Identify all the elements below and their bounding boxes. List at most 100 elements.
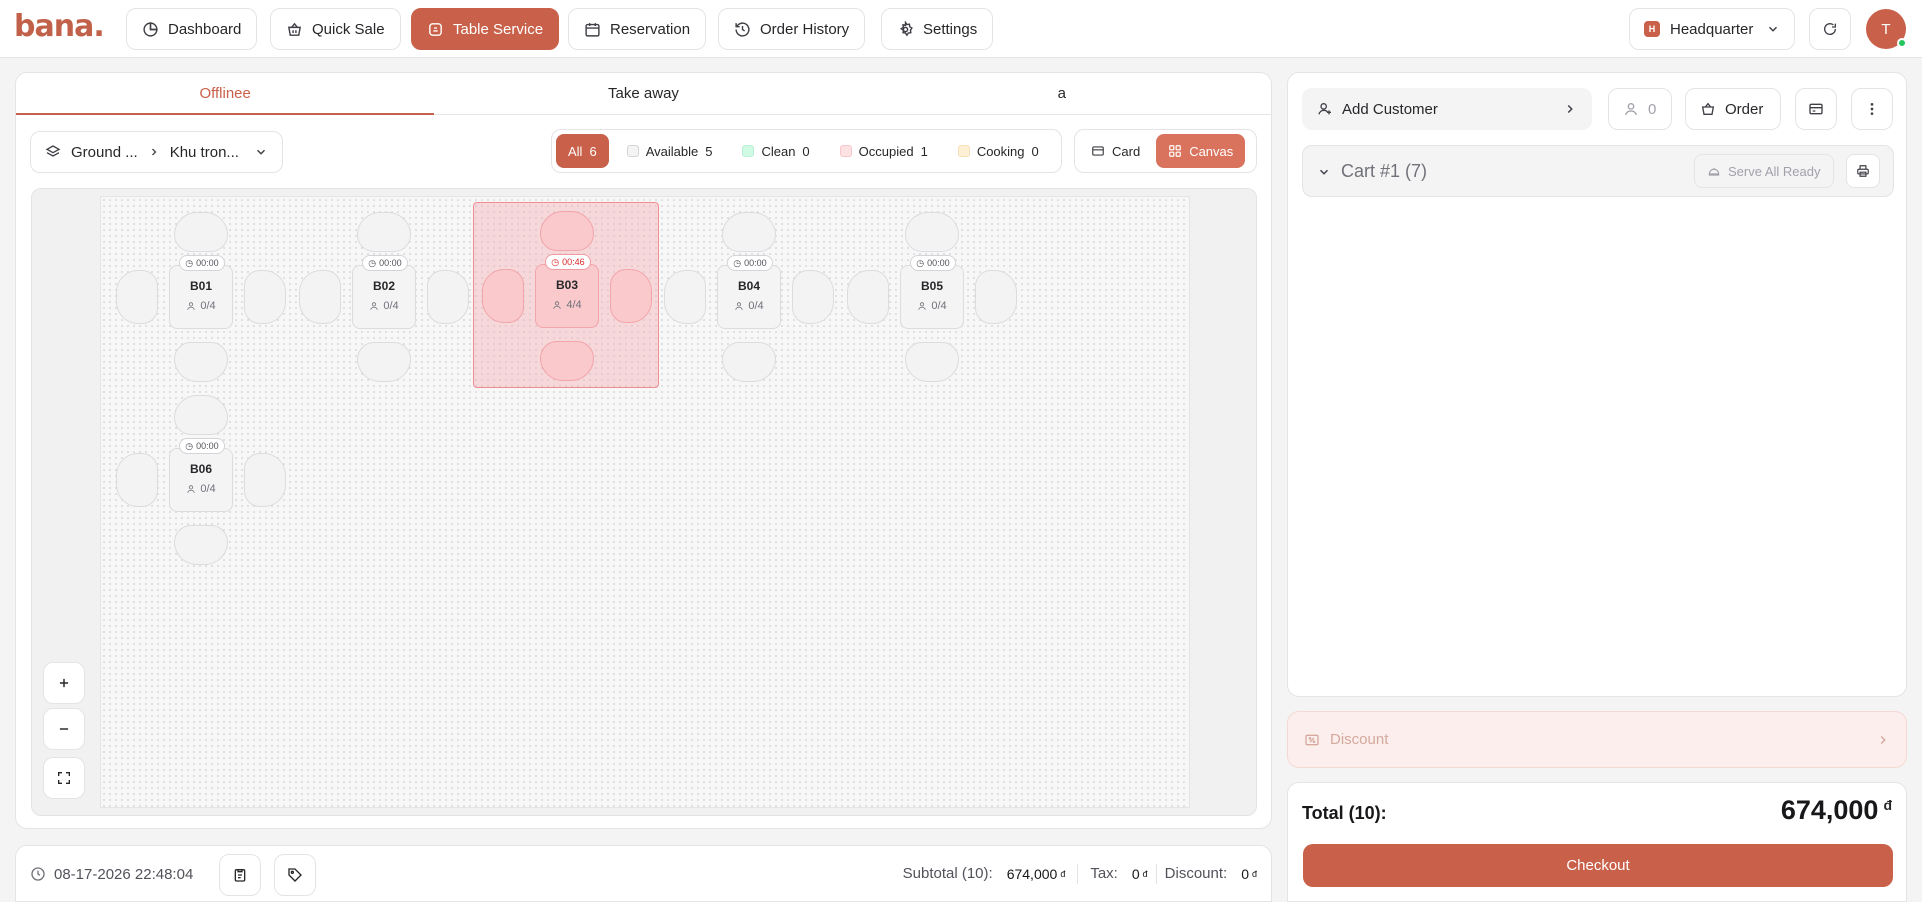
nav-dashboard-button[interactable]: Dashboard [126,8,258,50]
tab-a[interactable]: a [853,73,1271,114]
more-options-button[interactable] [1851,88,1893,130]
subtotal-value: 674,000 [1006,865,1058,882]
location-badge: H [1644,21,1660,37]
cart-header[interactable]: Cart #1 (7) Serve All Ready [1302,145,1894,197]
view-card-label: Card [1112,143,1141,159]
table-b06[interactable]: ◷ 00:00 B06 0/4 [108,387,294,573]
payment-card-button[interactable] [1795,88,1837,130]
discount-button[interactable]: Discount [1287,711,1907,768]
discount-value: 0 [1241,865,1249,882]
card-icon [1092,146,1104,156]
chevron-right-icon [151,148,157,156]
clock-icon: ◷ [733,257,742,268]
nav-reservation-button[interactable]: Reservation [568,8,707,50]
table-seats: 0/4 [900,300,964,312]
table-service-panel: Offlinee Take away a Ground ... Khu tron… [15,72,1272,829]
clock-icon: ◷ [185,257,194,268]
add-customer-button[interactable]: Add Customer [1302,88,1592,130]
tag-button[interactable] [274,854,316,896]
discount-label: Discount: [1164,865,1228,882]
view-card-button[interactable]: Card [1079,134,1152,168]
top-bar: bana. Dashboard Quick Sale Table Service… [0,0,1922,58]
chair [975,270,1017,324]
person-icon [918,302,927,310]
chevron-right-icon [1880,735,1886,744]
status-filter-group: All 6 Available 5 Clean 0 Occupied 1 Coo… [551,129,1062,173]
grid-icon [1169,145,1182,157]
fit-screen-button[interactable] [43,757,85,799]
minus-icon [59,728,69,730]
chair [847,270,889,324]
location-selector[interactable]: H Headquarter [1629,8,1795,50]
print-cart-button[interactable] [1846,154,1880,188]
available-swatch [626,145,639,157]
table-b02[interactable]: ◷ 00:00 B02 0/4 [291,204,477,390]
serve-all-ready-button[interactable]: Serve All Ready [1694,154,1834,188]
notes-button[interactable] [219,854,261,896]
table-b01[interactable]: ◷ 00:00 B01 0/4 [108,204,294,390]
tag-icon [288,868,302,882]
timer-value: 00:00 [196,258,219,268]
order-button[interactable]: Order [1685,88,1781,130]
nav-order-history-label: Order History [760,20,850,38]
view-toggle: Card Canvas [1074,129,1257,173]
chair [174,342,228,382]
nav-table-service-button[interactable]: Table Service [411,8,560,50]
chair [722,212,776,252]
refresh-button[interactable] [1809,8,1851,50]
refresh-icon [1824,23,1837,35]
chevron-down-icon [1319,169,1329,175]
chair [244,453,286,507]
guest-count-button[interactable]: 0 [1608,88,1672,130]
seat-count: 0/4 [931,300,947,312]
cooking-swatch [957,145,970,157]
table-seats: 0/4 [169,483,233,495]
floor-area-selector[interactable]: Ground ... Khu tron... [30,131,283,173]
filter-occupied[interactable]: Occupied 1 [828,134,940,168]
nav-order-history-button[interactable]: Order History [718,8,866,50]
table-surface [900,265,964,329]
chair [357,212,411,252]
subtotal-label: Subtotal (10): [902,865,993,882]
order-summary-footer: 08-17-2026 22:48:04 Subtotal (10): 674,0… [15,845,1272,902]
checkout-button[interactable]: Checkout [1303,844,1893,887]
table-b04[interactable]: ◷ 00:00 B04 0/4 [656,204,842,390]
brand-logo[interactable]: bana. [14,12,105,42]
table-seats: 0/4 [352,300,416,312]
add-customer-label: Add Customer [1342,100,1438,118]
tab-offlinee[interactable]: Offlinee [16,73,435,115]
user-avatar[interactable]: T [1866,9,1907,49]
person-icon [187,302,196,310]
table-b05[interactable]: ◷ 00:00 B05 0/4 [839,204,1025,390]
filter-clean-count: 0 [802,143,810,159]
filter-cooking[interactable]: Cooking 0 [946,134,1051,168]
table-b03[interactable]: ◷ 00:46 B03 4/4 [473,202,659,388]
table-timer: ◷ 00:00 [179,255,225,271]
table-surface [535,264,599,328]
zoom-out-button[interactable] [43,708,85,750]
floor-canvas[interactable]: ◷ 00:00 B01 0/4 ◷ 00:00 B02 0/4 ◷ 00:46 B03… [100,196,1190,808]
filter-all[interactable]: All 6 [556,134,609,168]
location-name: Headquarter [1670,20,1754,38]
currency-symbol: đ [1142,868,1148,879]
filter-occupied-count: 1 [920,143,928,159]
zoom-in-button[interactable] [43,662,85,704]
nav-quick-sale-button[interactable]: Quick Sale [270,8,401,50]
chair [174,212,228,252]
chair [116,270,158,324]
total-section: Total (10): 674,000 đ Checkout [1287,782,1907,902]
currency-symbol: đ [1883,797,1892,813]
currency-symbol: đ [1251,868,1257,879]
filter-available[interactable]: Available 5 [615,134,725,168]
table-name: B04 [737,279,760,293]
view-canvas-button[interactable]: Canvas [1156,134,1246,168]
person-icon [1625,103,1637,116]
filter-clean[interactable]: Clean 0 [730,134,821,168]
timer-value: 00:00 [927,258,950,268]
area-name: Khu tron... [169,143,239,161]
nav-settings-button[interactable]: Settings [881,8,994,50]
filter-available-count: 5 [705,143,713,159]
order-type-tabs: Offlinee Take away a [16,73,1271,115]
tab-take-away[interactable]: Take away [434,73,852,114]
seat-count: 0/4 [200,483,216,495]
